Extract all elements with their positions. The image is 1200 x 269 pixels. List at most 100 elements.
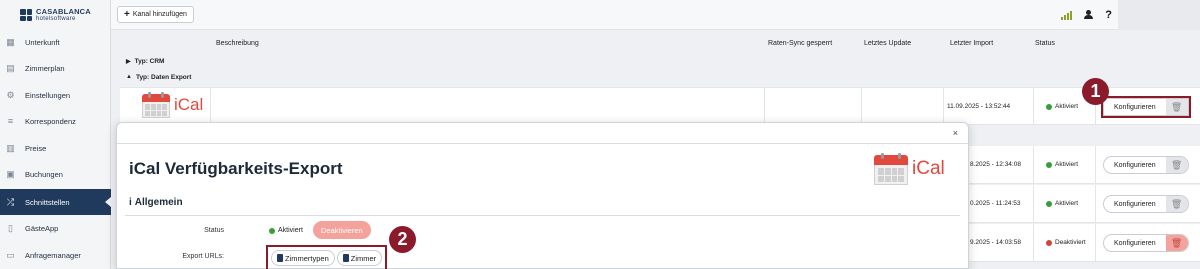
price-icon: ▥	[6, 142, 15, 153]
sidebar-item-label: Zimmerplan	[25, 63, 65, 73]
import-date: 0.2025 - 11:24:53	[970, 200, 1021, 207]
status-dot	[1046, 103, 1052, 110]
configure-button[interactable]: Konfigurieren	[1104, 196, 1166, 212]
add-channel-label: Kanal hinzufügen	[132, 11, 187, 18]
sidebar-item-zimmerplan[interactable]: ▤ Zimmerplan	[0, 55, 111, 81]
configure-button-group: Konfigurieren 🗑	[1103, 156, 1189, 174]
app-logo[interactable]: CASABLANCA hotelsoftware	[0, 0, 110, 30]
deactivate-button[interactable]: Deaktivieren	[313, 221, 371, 239]
ical-export-modal: × iCal Verfügbarkeits-Export iCal i Allg…	[116, 122, 969, 269]
import-date: 8.2025 - 12:34:08	[970, 161, 1021, 168]
ical-text: iCal	[174, 95, 204, 114]
caret-down-icon: ▲	[126, 74, 132, 80]
export-url-buttons: Zimmertypen Zimmer	[265, 245, 388, 269]
info-icon: i	[129, 197, 132, 208]
ical-logo: iCal	[142, 92, 203, 118]
status-badge: Deaktiviert	[1046, 239, 1086, 246]
building-icon: ▦	[6, 36, 15, 47]
sidebar-item-label: Unterkunft	[25, 37, 60, 47]
trash-icon[interactable]: 🗑	[1165, 99, 1188, 115]
sidebar-item-korrespondenz[interactable]: ≡ Korrespondenz	[0, 108, 111, 134]
sidebar-item-label: Korrespondenz	[25, 116, 76, 126]
group-label: Typ: CRM	[134, 57, 165, 65]
header-status[interactable]: Status	[1035, 40, 1055, 47]
status-badge: Aktiviert	[1046, 200, 1078, 207]
top-bar: + Kanal hinzufügen ?	[111, 0, 1200, 30]
status-badge: Aktiviert	[1046, 161, 1078, 168]
group-daten-export[interactable]: ▲ Typ: Daten Export	[120, 69, 1200, 85]
plus-icon: +	[124, 8, 130, 20]
gears-icon: ⚙	[6, 89, 15, 100]
signal-icon[interactable]	[1061, 10, 1073, 20]
export-zimmertypen-button[interactable]: Zimmertypen	[271, 250, 335, 266]
sidebar-item-label: Einstellungen	[25, 90, 71, 100]
sidebar-item-preise[interactable]: ▥ Preise	[0, 135, 111, 161]
header-letztes-update[interactable]: Letztes Update	[864, 40, 911, 47]
sidebar-item-label: GästeApp	[25, 223, 59, 233]
configure-button-group: Konfigurieren 🗑	[1101, 96, 1191, 118]
table-row[interactable]: iCal 11.09.2025 - 13:52:44 Aktiviert Kon…	[120, 87, 1200, 125]
document-icon	[277, 254, 283, 262]
trash-icon[interactable]: 🗑	[1165, 235, 1188, 251]
status-text: Deaktiviert	[1055, 239, 1086, 246]
configure-button[interactable]: Konfigurieren	[1104, 99, 1166, 115]
logo-line1: CASABLANCA	[36, 7, 91, 17]
status-badge: Aktiviert	[1046, 103, 1078, 110]
sidebar-item-label: Schnittstellen	[25, 197, 70, 207]
sidebar-item-buchungen[interactable]: ▣ Buchungen	[0, 161, 111, 187]
configure-button[interactable]: Konfigurieren	[1104, 235, 1166, 251]
status-text: Aktiviert	[1055, 161, 1079, 168]
status-text: Aktiviert	[1055, 103, 1079, 110]
group-crm[interactable]: ▶ Typ: CRM	[120, 53, 1200, 69]
document-icon	[342, 254, 349, 262]
sidebar-item-anfragemanager[interactable]: ▭ Anfragemanager	[0, 242, 111, 268]
shuffle-icon: ⤮	[6, 196, 15, 207]
status-value: Aktiviert	[269, 227, 303, 234]
header-raten-sync[interactable]: Raten-Sync gesperrt	[768, 40, 832, 47]
ical-text: iCal	[912, 158, 945, 179]
header-letzter-import[interactable]: Letzter Import	[950, 40, 993, 47]
calendar-icon	[142, 92, 170, 118]
help-icon[interactable]: ?	[1105, 9, 1112, 21]
status-value-text: Aktiviert	[278, 227, 303, 234]
sidebar-item-schnittstellen[interactable]: ⤮ Schnittstellen	[0, 189, 111, 215]
configure-button-group: Konfigurieren 🗑	[1103, 234, 1189, 252]
logo-icon	[20, 9, 32, 21]
user-icon[interactable]	[1084, 10, 1094, 20]
status-dot	[269, 227, 275, 234]
annotation-badge-1: 1	[1082, 78, 1109, 105]
add-channel-button[interactable]: + Kanal hinzufügen	[117, 6, 194, 23]
configure-button[interactable]: Konfigurieren	[1104, 157, 1166, 173]
export-zimmer-label: Zimmer	[350, 253, 377, 263]
caret-right-icon: ▶	[126, 58, 131, 65]
sidebar-item-gaesteapp[interactable]: ▯ GästeApp	[0, 215, 111, 241]
import-date: 9.2025 - 14:03:58	[970, 239, 1021, 246]
export-zimmertypen-label: Zimmertypen	[285, 253, 329, 263]
trash-icon[interactable]: 🗑	[1165, 196, 1188, 212]
configure-button-group: Konfigurieren 🗑	[1103, 195, 1189, 213]
logo-line2: hotelsoftware	[36, 15, 76, 22]
ical-logo: iCal	[874, 153, 945, 185]
section-allgemein: i Allgemein	[129, 197, 183, 208]
status-dot	[1046, 161, 1052, 168]
status-dot	[1046, 239, 1052, 246]
status-text: Aktiviert	[1055, 200, 1079, 207]
annotation-badge-2: 2	[389, 226, 416, 253]
modal-title: iCal Verfügbarkeits-Export	[129, 159, 343, 178]
calendar-icon	[874, 153, 908, 185]
close-icon[interactable]: ×	[953, 128, 958, 138]
top-right-area	[1118, 0, 1200, 30]
header-beschreibung[interactable]: Beschreibung	[216, 40, 259, 47]
group-label: Typ: Daten Export	[135, 73, 192, 81]
bookings-icon: ▣	[6, 168, 15, 179]
trash-icon[interactable]: 🗑	[1165, 157, 1188, 173]
sidebar-item-einstellungen[interactable]: ⚙ Einstellungen	[0, 82, 111, 108]
status-dot	[1046, 200, 1052, 207]
import-date: 11.09.2025 - 13:52:44	[947, 103, 1011, 110]
export-zimmer-button[interactable]: Zimmer	[336, 250, 383, 266]
modal-header: ×	[117, 123, 968, 144]
sidebar-item-unterkunft[interactable]: ▦ Unterkunft	[0, 29, 111, 55]
sidebar-item-label: Buchungen	[25, 169, 63, 179]
mail-icon: ≡	[7, 116, 14, 126]
section-title: Allgemein	[134, 197, 183, 208]
